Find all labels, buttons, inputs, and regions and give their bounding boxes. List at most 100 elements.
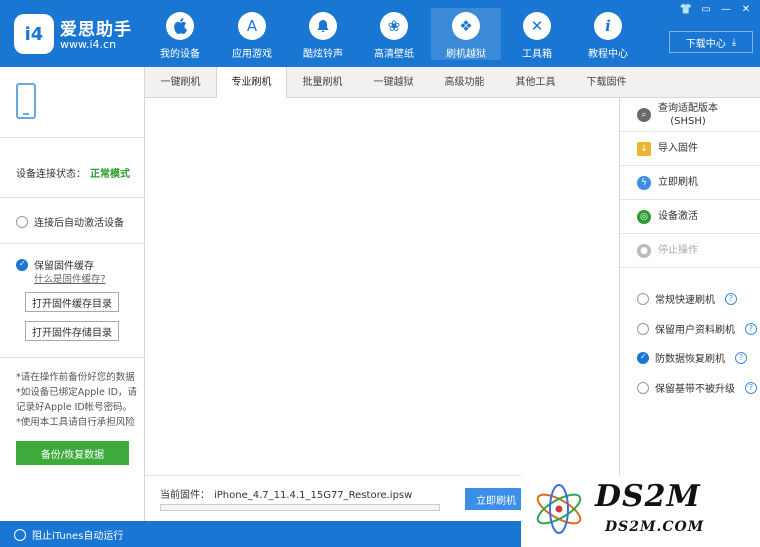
nav-label: 应用游戏 bbox=[232, 49, 272, 60]
block-itunes-radio[interactable] bbox=[14, 528, 26, 541]
current-firmware: 当前固件： iPhone_4.7_11.4.1_15G77_Restore.ips… bbox=[160, 486, 412, 501]
firmware-content-area bbox=[145, 98, 619, 475]
note-line: *如设备已绑定Apple ID，请记录好Apple ID帐号密码。 bbox=[16, 387, 137, 413]
query-shsh-action[interactable]: ⌕ 查询适配版本 (SHSH) bbox=[620, 98, 760, 132]
tab-download-firmware[interactable]: 下载固件 bbox=[571, 67, 642, 98]
what-cache-link[interactable]: 什么是固件缓存? bbox=[34, 271, 106, 285]
bell-icon bbox=[309, 12, 337, 40]
open-storage-dir-button[interactable]: 打开固件存储目录 bbox=[25, 321, 119, 341]
folder-icon: ↓ bbox=[637, 141, 651, 156]
tab-one-click-flash[interactable]: 一键刷机 bbox=[145, 67, 216, 98]
status-label: 设备连接状态： bbox=[16, 169, 86, 180]
flash-icon: ϟ bbox=[637, 175, 651, 190]
import-firmware-action[interactable]: ↓ 导入固件 bbox=[620, 132, 760, 166]
auto-activate-option[interactable]: 连接后自动激活设备 bbox=[16, 214, 124, 229]
auto-activate-radio[interactable] bbox=[16, 215, 28, 228]
nav-ringtones[interactable]: 酷炫铃声 bbox=[288, 8, 358, 60]
tab-batch-flash[interactable]: 批量刷机 bbox=[287, 67, 358, 98]
option-anti-recovery[interactable]: 防数据恢复刷机 ? bbox=[637, 350, 747, 365]
tab-other-tools[interactable]: 其他工具 bbox=[500, 67, 571, 98]
warning-notes: *请在操作前备份好您的数据 *如设备已绑定Apple ID，请记录好Apple … bbox=[16, 370, 142, 430]
skin-icon[interactable]: 👕 bbox=[678, 3, 694, 17]
watermark-title: DS2M bbox=[595, 479, 701, 514]
nav-toolbox[interactable]: ✕ 工具箱 bbox=[502, 8, 572, 60]
connection-status: 设备连接状态： 正常模式 bbox=[16, 165, 130, 180]
status-value: 正常模式 bbox=[90, 169, 130, 180]
open-cache-dir-button[interactable]: 打开固件缓存目录 bbox=[25, 292, 119, 312]
option-radio[interactable] bbox=[637, 351, 649, 364]
option-label: 保留基带不被升级 bbox=[655, 384, 735, 395]
action-label: 停止操作 bbox=[658, 245, 698, 256]
help-icon[interactable]: ? bbox=[745, 381, 757, 394]
tab-one-click-jailbreak[interactable]: 一键越狱 bbox=[358, 67, 429, 98]
restore-icon[interactable]: ▭ bbox=[698, 3, 714, 17]
option-normal-fast-flash[interactable]: 常规快速刷机 ? bbox=[637, 291, 737, 306]
nav-label: 我的设备 bbox=[160, 49, 200, 60]
help-icon[interactable]: ? bbox=[735, 351, 747, 364]
help-icon[interactable]: ? bbox=[745, 322, 757, 335]
tab-advanced[interactable]: 高级功能 bbox=[429, 67, 500, 98]
nav-label: 酷炫铃声 bbox=[303, 49, 343, 60]
block-itunes-label: 阻止iTunes自动运行 bbox=[32, 531, 124, 542]
nav-label: 高清壁纸 bbox=[374, 49, 414, 60]
apple-icon bbox=[166, 12, 194, 40]
divider bbox=[0, 357, 145, 358]
block-itunes-option[interactable]: 阻止iTunes自动运行 bbox=[14, 527, 123, 542]
nav-apps-games[interactable]: A 应用游戏 bbox=[217, 8, 287, 60]
option-keep-baseband[interactable]: 保留基带不被升级 ? bbox=[637, 380, 757, 395]
keep-cache-label: 保留固件缓存 bbox=[34, 261, 94, 272]
minimize-icon[interactable]: — bbox=[718, 3, 734, 17]
backup-restore-button[interactable]: 备份/恢复数据 bbox=[16, 441, 129, 465]
nav-tutorials[interactable]: i 教程中心 bbox=[573, 8, 643, 60]
keep-cache-option[interactable]: 保留固件缓存 bbox=[16, 257, 94, 272]
stop-operation-action[interactable]: ● 停止操作 bbox=[620, 234, 760, 268]
app-store-icon: A bbox=[238, 12, 266, 40]
flash-progress-bar bbox=[160, 504, 440, 511]
atom-logo-icon bbox=[536, 484, 582, 534]
divider bbox=[0, 243, 145, 244]
option-label: 防数据恢复刷机 bbox=[655, 354, 725, 365]
tab-pro-flash[interactable]: 专业刷机 bbox=[216, 67, 287, 99]
nav-label: 刷机越狱 bbox=[446, 49, 486, 60]
watermark-url: DS2M.COM bbox=[605, 519, 705, 535]
window-controls: 👕 ▭ — ✕ bbox=[678, 3, 754, 17]
tab-bar: 一键刷机 专业刷机 批量刷机 一键越狱 高级功能 其他工具 下载固件 bbox=[145, 67, 760, 99]
option-radio[interactable] bbox=[637, 381, 649, 394]
action-label: 立即刷机 bbox=[658, 177, 698, 188]
option-label: 保留用户资料刷机 bbox=[655, 325, 735, 336]
option-keep-user-data[interactable]: 保留用户资料刷机 ? bbox=[637, 321, 757, 336]
device-area bbox=[0, 67, 144, 138]
action-label: 查询适配版本 (SHSH) bbox=[658, 102, 718, 127]
top-header: i4 爱思助手 www.i4.cn 我的设备 A 应用游戏 酷炫铃声 ❀ 高清壁… bbox=[0, 0, 760, 67]
option-radio[interactable] bbox=[637, 292, 649, 305]
nav-wallpapers[interactable]: ❀ 高清壁纸 bbox=[359, 8, 429, 60]
nav-flash-jailbreak[interactable]: ❖ 刷机越狱 bbox=[431, 8, 501, 60]
brand-url: www.i4.cn bbox=[60, 38, 117, 51]
download-icon: ⤓ bbox=[731, 36, 737, 48]
note-line: *使用本工具请自行承担风险 bbox=[16, 417, 135, 428]
activate-device-action[interactable]: ◎ 设备激活 bbox=[620, 200, 760, 234]
left-panel: 设备连接状态： 正常模式 连接后自动激活设备 保留固件缓存 什么是固件缓存? 打开… bbox=[0, 67, 145, 521]
action-label: 设备激活 bbox=[658, 211, 698, 222]
action-label: 导入固件 bbox=[658, 143, 698, 154]
option-radio[interactable] bbox=[637, 322, 649, 335]
divider bbox=[0, 197, 145, 198]
flash-now-action[interactable]: ϟ 立即刷机 bbox=[620, 166, 760, 200]
watermark: DS2M DS2M.COM bbox=[521, 475, 760, 547]
keep-cache-check[interactable] bbox=[16, 258, 28, 271]
nav-my-device[interactable]: 我的设备 bbox=[145, 8, 215, 60]
app-logo: i4 bbox=[14, 14, 54, 54]
nav-label: 教程中心 bbox=[588, 49, 628, 60]
stop-icon: ● bbox=[637, 243, 651, 258]
option-label: 常规快速刷机 bbox=[655, 295, 715, 306]
firmware-value: iPhone_4.7_11.4.1_15G77_Restore.ipsw bbox=[214, 490, 413, 501]
phone-icon bbox=[16, 83, 36, 119]
help-icon[interactable]: ? bbox=[725, 292, 737, 305]
flash-now-button[interactable]: 立即刷机 bbox=[465, 488, 527, 510]
right-panel: ⌕ 查询适配版本 (SHSH) ↓ 导入固件 ϟ 立即刷机 ◎ 设备激活 ● 停… bbox=[619, 98, 760, 521]
flower-icon: ❀ bbox=[380, 12, 408, 40]
download-center-button[interactable]: 下载中心 ⤓ bbox=[669, 31, 753, 53]
close-icon[interactable]: ✕ bbox=[738, 3, 754, 17]
tools-icon: ✕ bbox=[523, 12, 551, 40]
globe-icon: ◎ bbox=[637, 209, 651, 224]
